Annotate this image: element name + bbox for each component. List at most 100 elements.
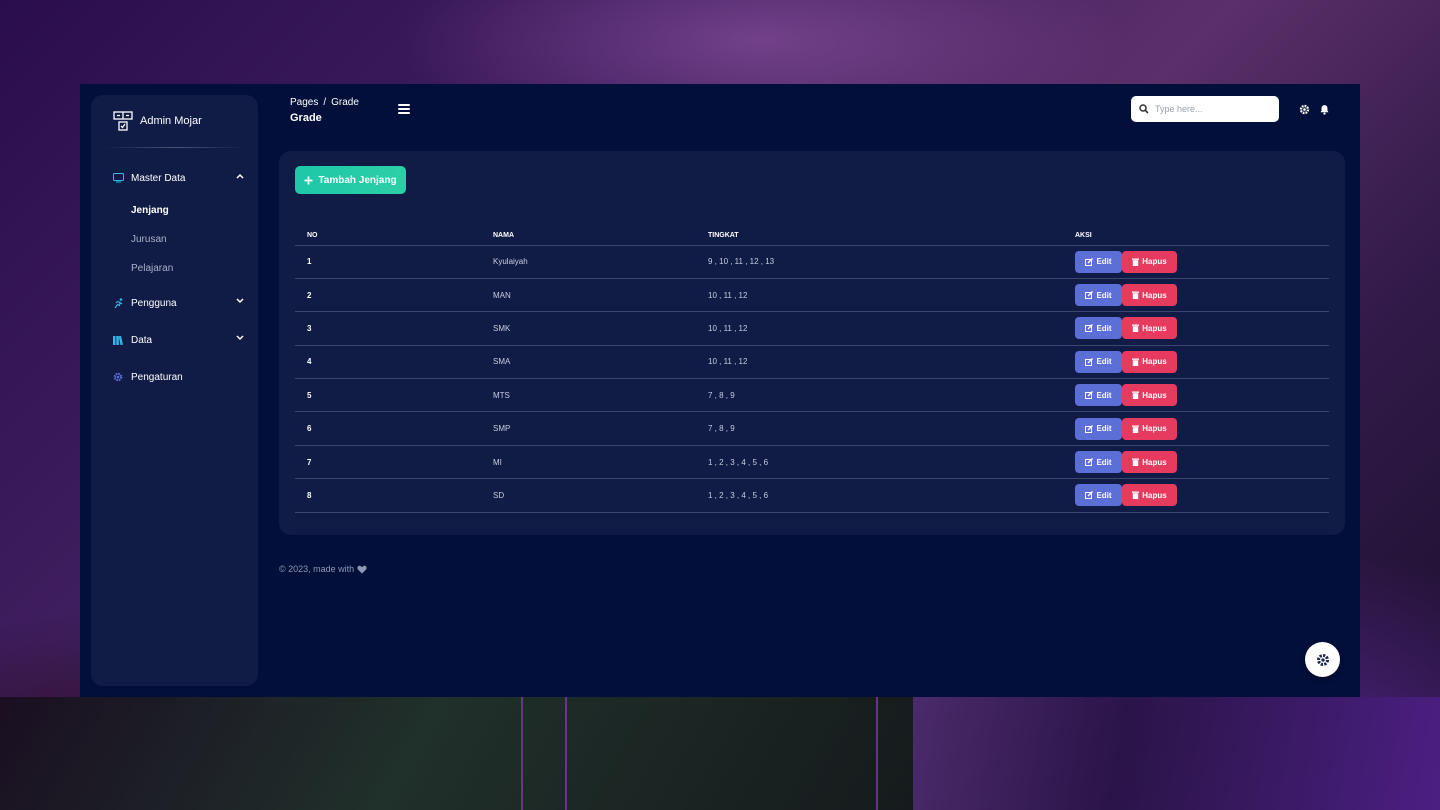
footer-text: © 2023, made with (279, 564, 355, 574)
logo-icon (113, 111, 133, 131)
edit-button[interactable]: Edit (1075, 384, 1122, 407)
cell-no: 5 (295, 378, 481, 413)
edit-button[interactable]: Edit (1075, 284, 1122, 307)
running-person-icon (112, 297, 124, 309)
settings-fab-button[interactable] (1305, 642, 1340, 677)
delete-label: Hapus (1142, 457, 1167, 467)
cell-aksi: Edit Hapus (1063, 245, 1329, 279)
trash-icon (1132, 458, 1140, 467)
cell-tingkat: 7 , 8 , 9 (696, 411, 1063, 446)
breadcrumb-root[interactable]: Pages (290, 97, 318, 108)
books-icon (112, 334, 124, 346)
edit-icon (1085, 424, 1094, 433)
edit-label: Edit (1096, 323, 1112, 333)
sidebar-item-label: Master Data (131, 172, 186, 184)
delete-label: Hapus (1142, 424, 1167, 434)
sidebar: Admin Mojar Master Data Jenjang Jurusan … (91, 95, 258, 686)
table-row: 3 SMK 10 , 11 , 12 Edit Hapus (295, 311, 1329, 346)
background-desk-right (913, 697, 1440, 810)
cell-aksi: Edit Hapus (1063, 278, 1329, 313)
brand[interactable]: Admin Mojar (113, 111, 202, 131)
sidebar-item-pengaturan[interactable]: Pengaturan (112, 371, 244, 383)
delete-button[interactable]: Hapus (1122, 451, 1177, 474)
notification-bell-icon[interactable] (1319, 104, 1330, 115)
chevron-down-icon (236, 298, 244, 304)
breadcrumb-current: Grade (331, 97, 359, 108)
background-line (565, 697, 567, 810)
chevron-up-icon (236, 173, 244, 179)
table-row: 1 Kyulaiyah 9 , 10 , 11 , 12 , 13 Edit Hapus (295, 245, 1329, 279)
delete-button[interactable]: Hapus (1122, 250, 1177, 273)
add-jenjang-button[interactable]: Tambah Jenjang (295, 166, 406, 194)
delete-label: Hapus (1142, 357, 1167, 367)
table-header-row: NO NAMA TINGKAT AKSI (295, 227, 1329, 246)
delete-label: Hapus (1142, 390, 1167, 400)
column-header-aksi: AKSI (1063, 227, 1329, 246)
settings-gear-icon[interactable] (1299, 104, 1310, 115)
search-input[interactable] (1155, 104, 1270, 114)
cell-tingkat: 1 , 2 , 3 , 4 , 5 , 6 (696, 445, 1063, 480)
sidebar-item-jurusan[interactable]: Jurusan (131, 234, 167, 245)
delete-label: Hapus (1142, 257, 1167, 267)
column-header-nama: NAMA (481, 227, 696, 246)
delete-button[interactable]: Hapus (1122, 417, 1177, 440)
grade-card: Tambah Jenjang NO NAMA TINGKAT AKSI 1 Kyu… (279, 151, 1345, 535)
sidebar-item-pelajaran[interactable]: Pelajaran (131, 263, 173, 274)
cell-tingkat: 9 , 10 , 11 , 12 , 13 (696, 245, 1063, 279)
edit-button[interactable]: Edit (1075, 250, 1122, 273)
search-box[interactable] (1131, 96, 1279, 122)
table-body: 1 Kyulaiyah 9 , 10 , 11 , 12 , 13 Edit Hapus… (295, 245, 1329, 513)
trash-icon (1132, 358, 1140, 366)
trash-icon (1132, 391, 1140, 400)
cell-tingkat: 10 , 11 , 12 (696, 278, 1063, 313)
edit-button[interactable]: Edit (1075, 451, 1122, 474)
edit-icon (1085, 291, 1094, 300)
grade-table: NO NAMA TINGKAT AKSI 1 Kyulaiyah 9 , 10 , … (295, 227, 1329, 513)
edit-icon (1085, 391, 1094, 400)
edit-label: Edit (1096, 257, 1112, 267)
trash-icon (1132, 491, 1140, 500)
sidebar-item-jenjang[interactable]: Jenjang (131, 205, 169, 216)
monitor-icon (112, 172, 124, 184)
cell-no: 6 (295, 411, 481, 446)
chevron-down-icon (236, 335, 244, 341)
search-icon (1139, 104, 1149, 114)
edit-button[interactable]: Edit (1075, 350, 1122, 373)
delete-label: Hapus (1142, 323, 1167, 333)
trash-icon (1132, 258, 1140, 266)
sidebar-item-data[interactable]: Data (112, 334, 244, 346)
edit-button[interactable]: Edit (1075, 484, 1122, 507)
cell-nama: MAN (481, 278, 696, 313)
add-button-label: Tambah Jenjang (318, 174, 397, 186)
delete-button[interactable]: Hapus (1122, 350, 1177, 373)
delete-label: Hapus (1142, 490, 1167, 500)
heart-icon (357, 565, 367, 573)
sidebar-item-master-data[interactable]: Master Data (112, 172, 244, 184)
sidebar-item-label: Data (131, 334, 153, 346)
sidebar-divider (105, 147, 244, 148)
cell-no: 8 (295, 478, 481, 513)
delete-button[interactable]: Hapus (1122, 317, 1177, 340)
menu-toggle-icon[interactable] (398, 104, 410, 114)
cell-nama: SMK (481, 311, 696, 346)
page-title: Grade (290, 112, 322, 124)
edit-button[interactable]: Edit (1075, 317, 1122, 340)
table-row: 4 SMA 10 , 11 , 12 Edit Hapus (295, 345, 1329, 380)
cell-nama: MTS (481, 378, 696, 413)
cell-aksi: Edit Hapus (1063, 378, 1329, 413)
plus-icon (304, 176, 313, 184)
edit-label: Edit (1096, 490, 1112, 500)
delete-button[interactable]: Hapus (1122, 484, 1177, 507)
column-header-tingkat: TINGKAT (696, 227, 1063, 246)
footer: © 2023, made with (279, 564, 367, 574)
delete-button[interactable]: Hapus (1122, 284, 1177, 307)
sidebar-item-pengguna[interactable]: Pengguna (112, 297, 244, 309)
delete-button[interactable]: Hapus (1122, 384, 1177, 407)
edit-label: Edit (1096, 357, 1112, 367)
edit-button[interactable]: Edit (1075, 417, 1122, 440)
cell-aksi: Edit Hapus (1063, 411, 1329, 446)
delete-label: Hapus (1142, 290, 1167, 300)
edit-label: Edit (1096, 424, 1112, 434)
cell-tingkat: 7 , 8 , 9 (696, 378, 1063, 413)
edit-icon (1085, 357, 1094, 366)
